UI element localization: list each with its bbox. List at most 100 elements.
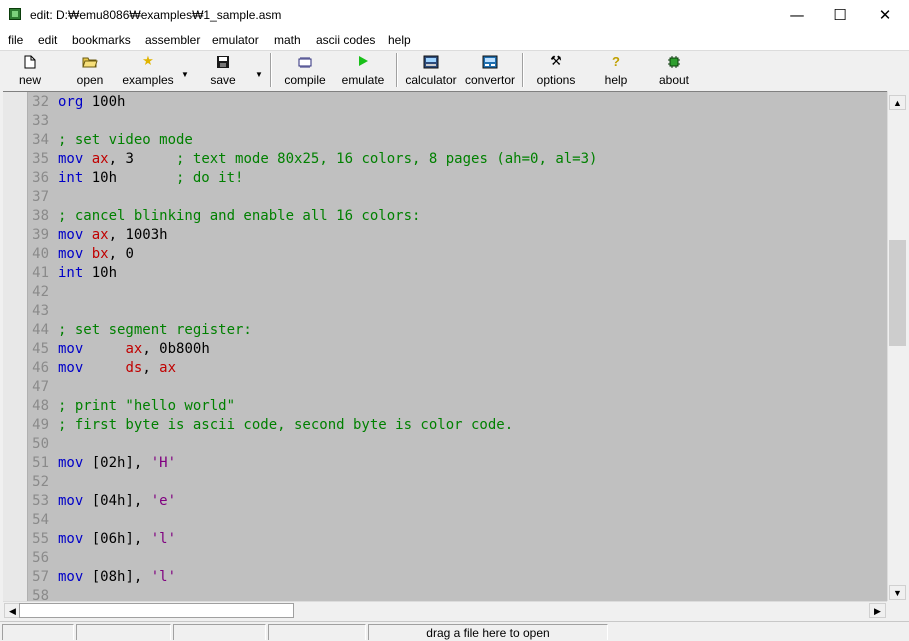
vertical-scroll-thumb[interactable] [889, 240, 906, 346]
code-line[interactable]: 34 ; set video mode [3, 131, 883, 150]
code-line[interactable]: 55 mov [06h], 'l' [3, 530, 883, 549]
code-token: ax [159, 360, 177, 376]
horizontal-scroll-thumb[interactable] [19, 603, 294, 618]
code-line[interactable]: 40 mov bx, 0 [3, 245, 883, 264]
code-token: 'l' [150, 569, 177, 585]
code-line[interactable]: 39 mov ax, 1003h [3, 226, 883, 245]
code-token: ax [91, 151, 109, 167]
examples-dropdown-arrow[interactable]: ▼ [181, 70, 189, 79]
code-line[interactable]: 56 [3, 549, 883, 568]
code-token: 10h [83, 170, 177, 186]
toolbar-separator [396, 53, 398, 87]
code-line[interactable]: 36 int 10h ; do it! [3, 169, 883, 188]
title-bar: edit: D:₩emu8086₩examples₩1_sample.asm —… [0, 0, 909, 30]
code-line[interactable]: 51 mov [02h], 'H' [3, 454, 883, 473]
drop-zone[interactable]: drag a file here to open [368, 624, 608, 640]
code-line[interactable]: 41 int 10h [3, 264, 883, 283]
star-icon: ★ [142, 54, 154, 69]
menu-file[interactable]: file [8, 33, 23, 47]
vertical-scrollbar[interactable]: ▲ ▼ [887, 91, 907, 601]
menu-help[interactable]: help [388, 33, 411, 47]
code-line[interactable]: 48 ; print "hello world" [3, 397, 883, 416]
code-line[interactable]: 33 [3, 112, 883, 131]
code-token: mov [58, 246, 84, 262]
menu-emulator[interactable]: emulator [212, 33, 259, 47]
code-text: int 10h [58, 264, 117, 283]
scroll-down-button[interactable]: ▼ [889, 585, 906, 600]
help-button[interactable]: ? help [596, 53, 636, 89]
code-token: mov [58, 531, 84, 547]
close-button[interactable]: ✕ [862, 0, 908, 30]
line-number: 58 [32, 588, 49, 602]
drag-file-hint: drag a file here to open [426, 626, 550, 640]
code-text: org 100h [58, 93, 125, 112]
menu-ascii-codes[interactable]: ascii codes [316, 33, 375, 47]
about-button[interactable]: about [654, 53, 694, 89]
code-token: , 1003h [108, 227, 168, 243]
line-number: 47 [32, 379, 49, 395]
code-line[interactable]: 46 mov ds, ax [3, 359, 883, 378]
code-line[interactable]: 42 [3, 283, 883, 302]
code-line[interactable]: 43 [3, 302, 883, 321]
code-line[interactable]: 52 [3, 473, 883, 492]
code-line[interactable]: 49 ; first byte is ascii code, second byt… [3, 416, 883, 435]
menu-edit[interactable]: edit [38, 33, 57, 47]
code-line[interactable]: 58 [3, 587, 883, 602]
line-number: 54 [32, 512, 49, 528]
scroll-up-button[interactable]: ▲ [889, 95, 906, 110]
code-text: mov [06h], 'l' [58, 530, 176, 549]
tools-icon: ⚒ [550, 54, 562, 69]
status-bar: drag a file here to open [0, 621, 909, 641]
code-line[interactable]: 45 mov ax, 0b800h [3, 340, 883, 359]
open-folder-icon [82, 55, 98, 69]
open-button[interactable]: open [70, 53, 110, 89]
scroll-right-button[interactable]: ▶ [869, 603, 886, 618]
maximize-button[interactable]: ☐ [817, 0, 863, 30]
minimize-button[interactable]: — [774, 0, 820, 30]
menu-bookmarks[interactable]: bookmarks [72, 33, 131, 47]
emulate-button[interactable]: emulate [338, 53, 388, 89]
code-token: [08h], [83, 569, 151, 585]
line-number: 51 [32, 455, 49, 471]
code-line[interactable]: 53 mov [04h], 'e' [3, 492, 883, 511]
save-dropdown-arrow[interactable]: ▼ [255, 70, 263, 79]
menu-assembler[interactable]: assembler [145, 33, 200, 47]
line-number: 44 [32, 322, 49, 338]
calculator-button[interactable]: calculator [403, 53, 459, 89]
calculator-icon [423, 55, 439, 69]
convertor-icon [482, 55, 498, 69]
code-text: mov ds, ax [58, 359, 176, 378]
line-number: 38 [32, 208, 49, 224]
save-button[interactable]: save [205, 53, 241, 89]
line-number: 43 [32, 303, 49, 319]
code-token: ; print "hello world" [58, 398, 236, 414]
code-line[interactable]: 54 [3, 511, 883, 530]
code-line[interactable]: 37 [3, 188, 883, 207]
code-line[interactable]: 38 ; cancel blinking and enable all 16 co… [3, 207, 883, 226]
code-text: mov ax, 0b800h [58, 340, 210, 359]
code-line[interactable]: 32 org 100h [3, 93, 883, 112]
line-number: 42 [32, 284, 49, 300]
new-button[interactable]: new [12, 53, 48, 89]
convertor-button[interactable]: convertor [463, 53, 517, 89]
code-token: ; first byte is ascii code, second byte … [58, 417, 514, 433]
code-line[interactable]: 50 [3, 435, 883, 454]
compile-button[interactable]: compile [280, 53, 330, 89]
line-number: 37 [32, 189, 49, 205]
line-number: 33 [32, 113, 49, 129]
code-token: ; do it! [176, 170, 244, 186]
horizontal-scrollbar[interactable]: ◀ ▶ [3, 601, 887, 619]
menu-math[interactable]: math [274, 33, 301, 47]
code-token: , 3 [108, 151, 177, 167]
code-editor[interactable]: 32 org 100h 33 34; set video mode 35 mov ax, … [3, 91, 887, 602]
code-token: 'H' [150, 455, 177, 471]
line-number: 50 [32, 436, 49, 452]
examples-button[interactable]: ★ examples [118, 53, 178, 89]
options-button[interactable]: ⚒ options [532, 53, 580, 89]
code-line[interactable]: 57 mov [08h], 'l' [3, 568, 883, 587]
code-text: mov [02h], 'H' [58, 454, 176, 473]
code-line[interactable]: 35 mov ax, 3 ; text mode 80x25, 16 colors… [3, 150, 883, 169]
code-line[interactable]: 44 ; set segment register: [3, 321, 883, 340]
code-line[interactable]: 47 [3, 378, 883, 397]
